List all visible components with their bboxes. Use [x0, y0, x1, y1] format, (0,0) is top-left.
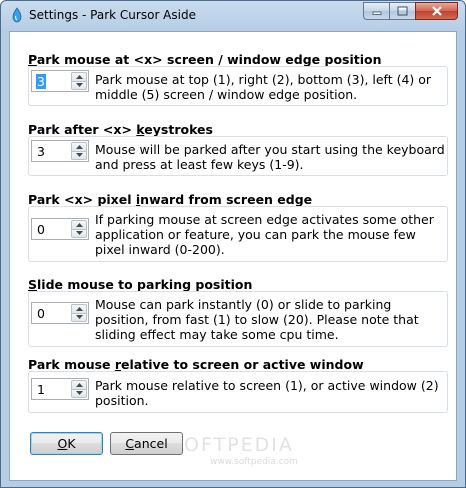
ok-button-mnemonic: O — [57, 436, 68, 451]
ok-button-label: K — [67, 436, 76, 451]
arrow-up-icon — [75, 306, 83, 311]
relative-to-spinner[interactable]: 1 — [31, 378, 89, 400]
spin-down-button[interactable] — [71, 151, 87, 160]
ok-button[interactable]: OK — [30, 432, 103, 455]
arrow-up-icon — [75, 74, 83, 79]
park-cursor-app-icon — [12, 7, 22, 23]
arrow-down-icon — [75, 315, 83, 320]
arrow-up-icon — [75, 382, 83, 387]
spin-up-button[interactable] — [71, 142, 87, 152]
slide-speed-value[interactable]: 0 — [37, 306, 45, 321]
softpedia-watermark: SOFTPEDIA — [170, 434, 294, 456]
maximize-button[interactable] — [389, 2, 415, 20]
spin-up-button[interactable] — [71, 380, 87, 390]
softpedia-watermark-url: www.softpedia.com — [210, 457, 298, 467]
arrow-down-icon — [75, 231, 83, 236]
relative-to-value[interactable]: 1 — [37, 382, 45, 397]
pixel-inward-spinner[interactable]: 0 — [31, 218, 89, 240]
spin-up-button[interactable] — [71, 304, 87, 314]
keystrokes-value[interactable]: 3 — [37, 144, 45, 159]
spin-down-button[interactable] — [71, 229, 87, 238]
group-box: 0 Mouse can park instantly (0) or slide … — [28, 291, 448, 347]
arrow-down-icon — [75, 391, 83, 396]
group-box: 3 Park mouse at top (1), right (2), bott… — [28, 66, 448, 106]
minimize-icon — [372, 11, 381, 15]
keystrokes-spinner[interactable]: 3 — [31, 140, 89, 162]
client-area: Park mouse at <x> screen / window edge p… — [9, 31, 457, 481]
pixel-inward-value[interactable]: 0 — [37, 222, 45, 237]
arrow-down-icon — [75, 83, 83, 88]
group-title: Park <x> pixel inward from screen edge — [28, 192, 313, 207]
pixel-inward-description: If parking mouse at screen edge activate… — [95, 212, 434, 257]
caption-buttons — [363, 2, 458, 21]
group-title: Park mouse relative to screen or active … — [28, 357, 364, 372]
slide-speed-spinner[interactable]: 0 — [31, 302, 89, 324]
cancel-button-mnemonic: C — [125, 436, 135, 451]
group-title: Park after <x> keystrokes — [28, 122, 213, 137]
maximize-icon — [397, 6, 408, 16]
group-box: 1 Park mouse relative to screen (1), or … — [28, 371, 448, 413]
edge-position-description: Park mouse at top (1), right (2), bottom… — [95, 72, 432, 102]
spin-up-button[interactable] — [71, 220, 87, 230]
edge-position-spinner[interactable]: 3 — [31, 70, 89, 92]
group-title: Park mouse at <x> screen / window edge p… — [28, 52, 382, 67]
arrow-down-icon — [75, 153, 83, 158]
arrow-up-icon — [75, 144, 83, 149]
group-title: Slide mouse to parking position — [28, 277, 253, 292]
spin-down-button[interactable] — [71, 81, 87, 90]
cancel-button-label: ancel — [134, 436, 168, 451]
minimize-button[interactable] — [363, 2, 389, 20]
spin-down-button[interactable] — [71, 313, 87, 322]
group-box: 3 Mouse will be parked after you start u… — [28, 136, 448, 176]
group-box: 0 If parking mouse at screen edge activa… — [28, 206, 448, 262]
spin-up-button[interactable] — [71, 72, 87, 82]
settings-window: Settings - Park Cursor Aside Park mouse … — [0, 0, 466, 488]
window-title: Settings - Park Cursor Aside — [29, 8, 196, 22]
title-bar[interactable]: Settings - Park Cursor Aside — [1, 1, 465, 31]
slide-speed-description: Mouse can park instantly (0) or slide to… — [95, 297, 419, 342]
spin-down-button[interactable] — [71, 389, 87, 398]
close-button[interactable] — [415, 2, 458, 20]
close-icon — [431, 6, 442, 16]
keystrokes-description: Mouse will be parked after you start usi… — [95, 142, 445, 172]
cancel-button[interactable]: Cancel — [110, 432, 183, 455]
relative-to-description: Park mouse relative to screen (1), or ac… — [95, 378, 439, 408]
edge-position-value[interactable]: 3 — [36, 74, 46, 89]
arrow-up-icon — [75, 222, 83, 227]
